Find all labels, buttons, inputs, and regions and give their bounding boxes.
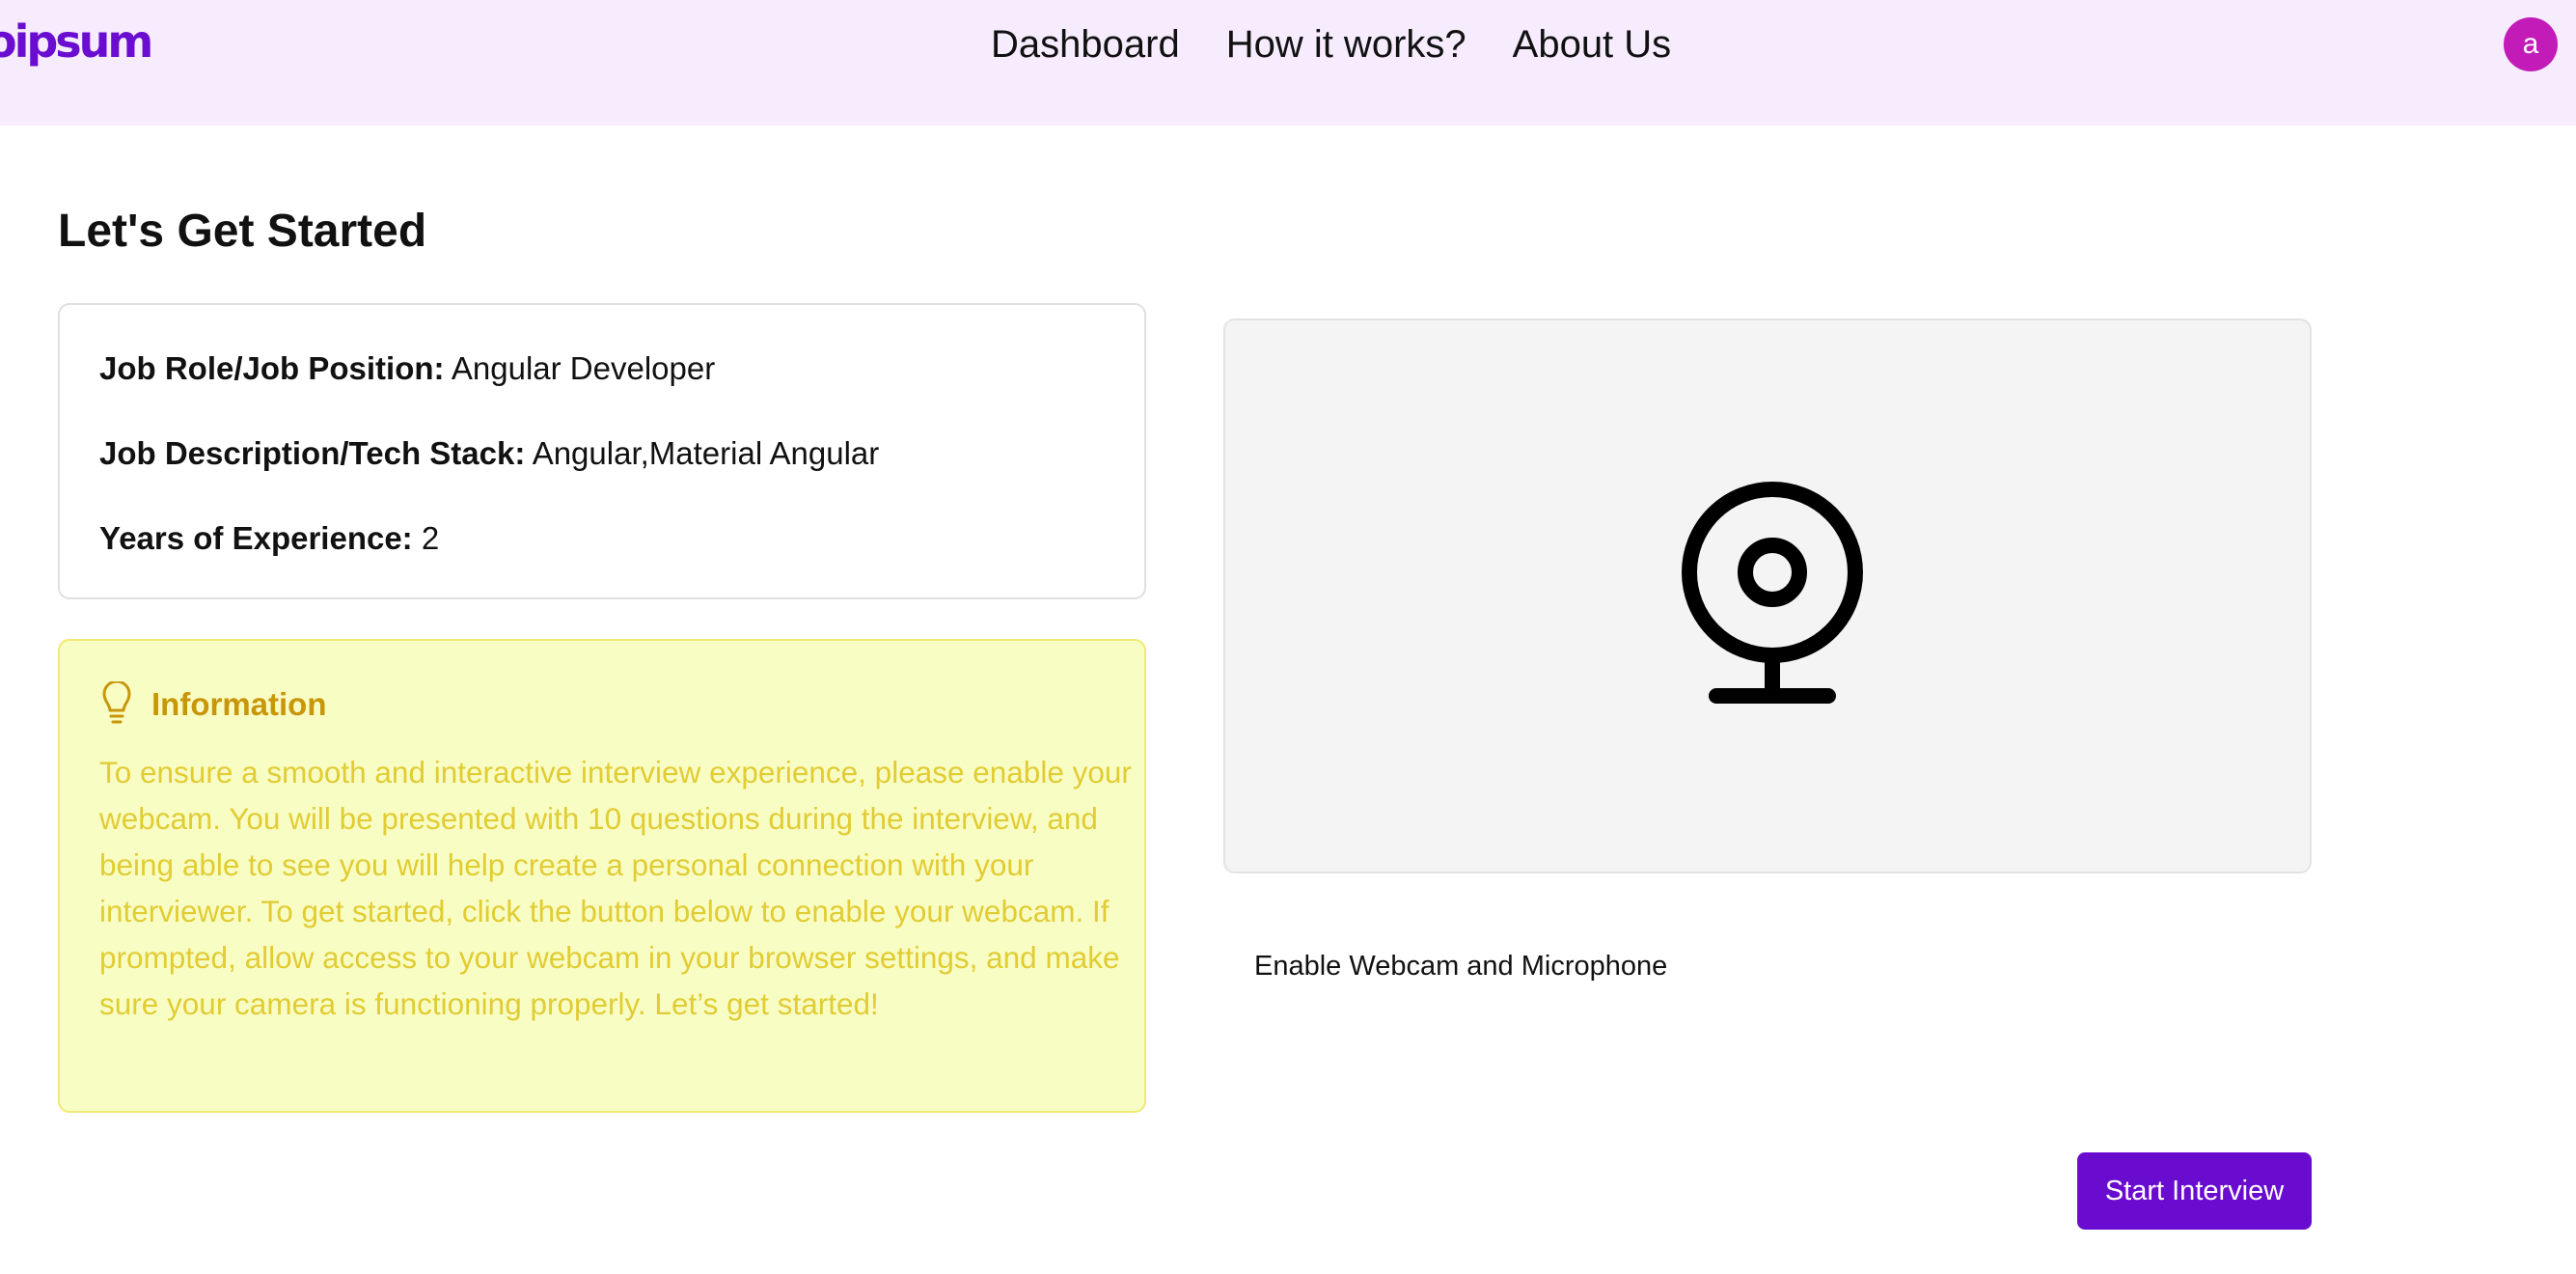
job-role-row: Job Role/Job Position: Angular Developer — [99, 347, 715, 390]
page-title: Let's Get Started — [58, 206, 427, 257]
job-details-card: Job Role/Job Position: Angular Developer… — [58, 303, 1146, 599]
webcam-icon — [1678, 482, 1867, 718]
job-role-value: Angular Developer — [451, 350, 716, 386]
job-description-label: Job Description/Tech Stack: — [99, 435, 526, 471]
avatar[interactable]: a — [2504, 17, 2558, 71]
information-text: To ensure a smooth and interactive inter… — [99, 755, 1132, 1021]
information-card: Information To ensure a smooth and inter… — [58, 639, 1146, 1113]
lightbulb-icon — [99, 681, 134, 728]
information-header: Information — [99, 681, 326, 728]
nav-how-it-works[interactable]: How it works? — [1226, 23, 1466, 67]
experience-label: Years of Experience: — [99, 520, 413, 556]
nav-about-us[interactable]: About Us — [1513, 23, 1672, 67]
nav-dashboard[interactable]: Dashboard — [991, 23, 1180, 67]
experience-value: 2 — [421, 520, 440, 556]
job-description-row: Job Description/Tech Stack: Angular,Mate… — [99, 432, 879, 475]
enable-webcam-button[interactable]: Enable Webcam and Microphone — [1223, 934, 1698, 998]
logo[interactable]: oipsum — [0, 8, 153, 75]
experience-row: Years of Experience: 2 — [99, 517, 439, 560]
start-interview-button[interactable]: Start Interview — [2077, 1152, 2312, 1230]
job-role-label: Job Role/Job Position: — [99, 350, 445, 386]
job-description-value: Angular,Material Angular — [532, 435, 880, 471]
information-title: Information — [151, 686, 327, 722]
main-nav: Dashboard How it works? About Us — [991, 17, 1671, 71]
top-header: oipsum Dashboard How it works? About Us … — [0, 0, 2576, 125]
webcam-preview — [1223, 318, 2312, 873]
